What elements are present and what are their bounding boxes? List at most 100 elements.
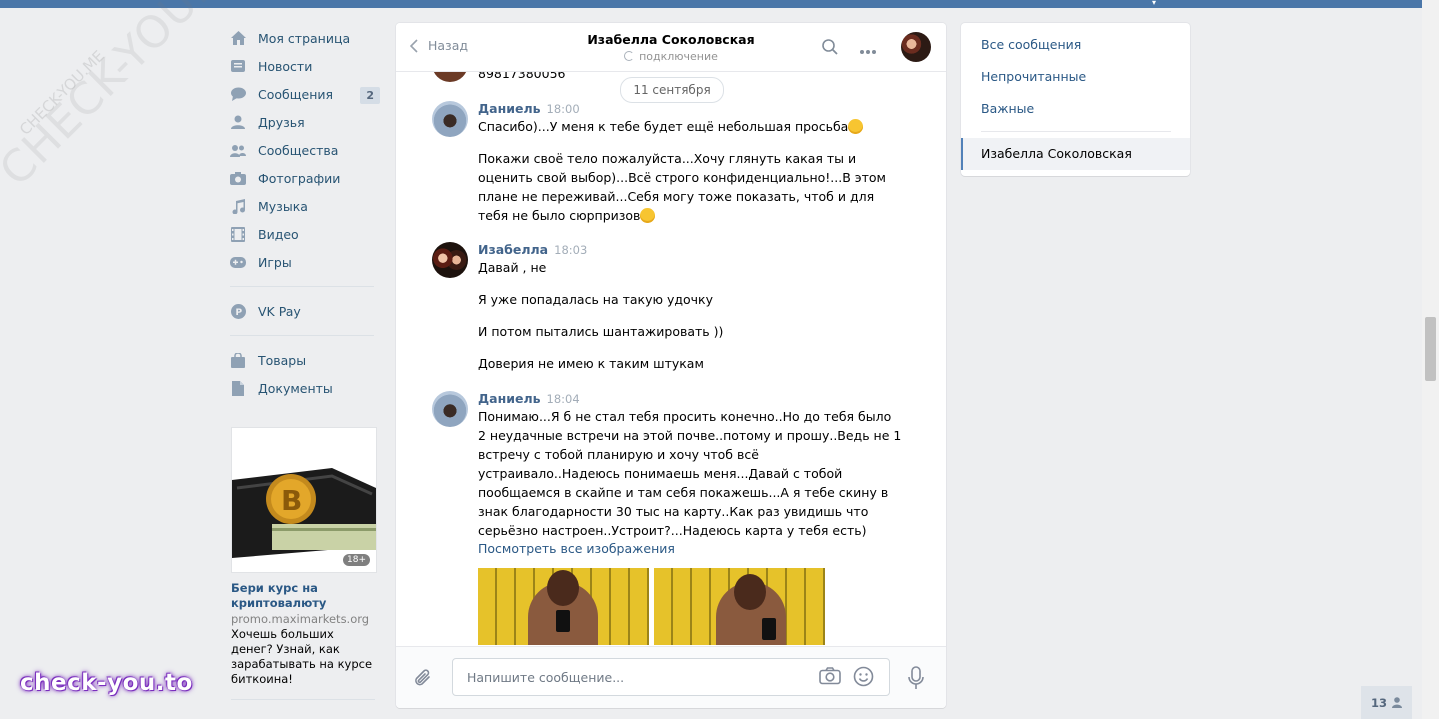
message-line: 2 неудачные встречи на этой почве..потом… (478, 428, 902, 443)
message-line: серьёзно настроен..Устроит?...Надеюсь ка… (478, 523, 867, 538)
message-line: Понимаю...Я б не стал тебя просить конеч… (478, 409, 892, 424)
nav-item-documents[interactable]: Документы (230, 374, 380, 402)
person-icon (1392, 697, 1402, 708)
search-icon[interactable] (822, 39, 838, 58)
nav-label: Новости (258, 58, 313, 74)
camera-icon[interactable] (819, 667, 841, 688)
nav-label: Видео (258, 226, 299, 242)
message-line: Я уже попадалась на такую удочку (478, 292, 714, 307)
message-author: Даниель 18:00 (478, 101, 902, 117)
watermark-logo: check-you.to (20, 670, 193, 696)
chat-header: Назад Изабелла Соколовская подключение (396, 23, 946, 72)
nav-label: Товары (258, 352, 307, 368)
music-icon (230, 198, 246, 214)
message-line: плане не переживай...Себя могу тоже пока… (478, 189, 875, 204)
message-text: Спасибо)...У меня к тебе будет ещё небол… (478, 118, 902, 136)
groups-icon (230, 142, 246, 158)
nav-item-news[interactable]: Новости (230, 52, 380, 80)
avatar[interactable] (432, 391, 468, 427)
paperclip-icon[interactable] (414, 668, 432, 691)
nav-divider (230, 335, 374, 336)
message-line: знак благодарности 30 тыс на карту..Как … (478, 504, 869, 519)
active-conversation-item[interactable]: Изабелла Соколовская (961, 138, 1190, 170)
nav-label: Друзья (258, 114, 305, 130)
online-count: 13 (1370, 695, 1387, 710)
nav-label: Сообщества (258, 142, 339, 158)
nav-item-messages[interactable]: Сообщения 2 (230, 80, 380, 108)
message-group: Изабелла 18:03 Давай , не Я уже попадалас… (432, 242, 902, 373)
smile-emoji-icon (640, 208, 656, 223)
view-all-images-link[interactable]: Посмотреть все изображения (478, 540, 902, 558)
nav-item-groups[interactable]: Сообщества (230, 136, 380, 164)
age-badge: 18+ (343, 554, 370, 566)
author-name[interactable]: Даниель (478, 101, 541, 116)
messages-count-badge: 2 (360, 87, 380, 104)
camera-icon (230, 170, 246, 186)
ad-title[interactable]: Бери курс на криптовалюту (231, 581, 376, 611)
more-icon[interactable] (859, 43, 877, 58)
svg-text:P: P (235, 308, 242, 318)
message-line: Давай , не (478, 260, 547, 275)
message-line: Доверия не имею к таким штукам (478, 356, 704, 371)
nav-item-vkpay[interactable]: P VK Pay (230, 297, 380, 325)
nav-label: Сообщения (258, 86, 334, 102)
avatar[interactable] (432, 101, 468, 137)
avatar (432, 72, 468, 82)
scrollbar-thumb[interactable] (1425, 317, 1436, 381)
message-line: Покажи своё тело пожалуйста...Хочу гляну… (478, 151, 857, 166)
vkpay-icon: P (230, 303, 246, 319)
filter-important[interactable]: Важные (981, 101, 1034, 116)
message-line: устраивало..Надеюсь понимаешь меня...Дав… (478, 466, 843, 481)
nav-item-music[interactable]: Музыка (230, 192, 380, 220)
person-head (734, 574, 766, 610)
svg-text:B: B (281, 484, 302, 517)
online-friends-button[interactable]: 13 (1361, 686, 1412, 719)
message-history[interactable]: 89817380056 11 сентября Даниель 18:00 Спа… (396, 72, 946, 645)
video-icon (230, 226, 246, 242)
author-name[interactable]: Даниель (478, 391, 541, 406)
message-line: пообщаемся в скайпе и там себя покажешь.… (478, 485, 889, 500)
nav-label: Музыка (258, 198, 308, 214)
avatar[interactable] (432, 242, 468, 278)
message-line: И потом пытались шантажировать )) (478, 324, 724, 339)
message-line: встречу с тобой планирую и хочу чтоб всё (478, 447, 759, 462)
filter-all-messages[interactable]: Все сообщения (981, 37, 1081, 52)
nav-item-photos[interactable]: Фотографии (230, 164, 380, 192)
message-filters-panel: Все сообщения Непрочитанные Важные Изабе… (961, 23, 1190, 176)
filter-unread[interactable]: Непрочитанные (981, 69, 1086, 84)
bag-icon (230, 352, 246, 368)
messages-icon (230, 86, 246, 102)
chevron-down-icon[interactable]: ▾ (1148, 0, 1160, 8)
message-line: тебя не было сюрпризов (478, 208, 641, 223)
nav-item-my-page[interactable]: Моя страница (230, 24, 380, 52)
nav-item-games[interactable]: Игры (230, 248, 380, 276)
status-text: подключение (639, 50, 718, 63)
photo-attachment[interactable] (478, 568, 649, 645)
nav-label: Фотографии (258, 170, 341, 186)
emoji-icon[interactable] (853, 666, 874, 690)
chat-panel: Назад Изабелла Соколовская подключение 8… (396, 23, 946, 708)
ad-text: Хочешь больших денег? Узнай, как зарабат… (231, 627, 373, 686)
message-composer (396, 646, 946, 708)
nav-item-goods[interactable]: Товары (230, 346, 380, 374)
nav-label: Игры (258, 254, 292, 270)
message-input[interactable] (465, 659, 809, 695)
nav-item-video[interactable]: Видео (230, 220, 380, 248)
photo-attachment[interactable] (654, 568, 825, 645)
nav-item-friends[interactable]: Друзья (230, 108, 380, 136)
smirk-emoji-icon (848, 119, 864, 134)
message-input-box[interactable] (452, 658, 890, 696)
filters-divider (981, 131, 1171, 132)
contact-avatar[interactable] (901, 32, 931, 62)
message-time: 18:04 (546, 392, 580, 406)
ad-image[interactable]: B 18+ (231, 427, 377, 573)
watermark-text: CHECK-YOU.ME (0, 0, 267, 197)
ad-divider (231, 699, 375, 700)
ad-block[interactable]: B 18+ Бери курс на криптовалюту promo.ma… (231, 427, 377, 700)
friends-icon (230, 114, 246, 130)
microphone-icon[interactable] (908, 666, 924, 693)
message-time: 18:00 (546, 102, 580, 116)
home-icon (230, 30, 246, 46)
author-name[interactable]: Изабелла (478, 242, 548, 257)
document-icon (230, 380, 246, 396)
